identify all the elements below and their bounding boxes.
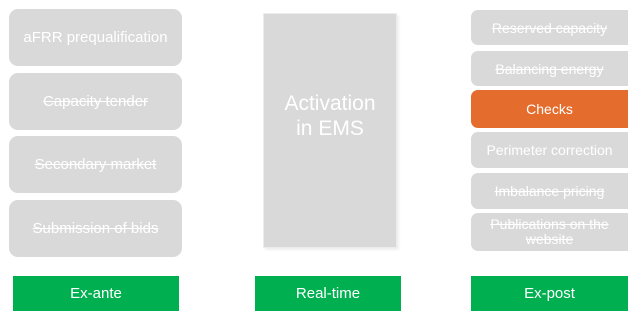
ex-ante-item-capacity-tender: Capacity tender xyxy=(9,73,182,130)
activation-text: Activation xyxy=(284,91,376,115)
phase-ex-post: Ex-post xyxy=(471,276,628,311)
ex-post-item-checks: Checks xyxy=(471,90,628,128)
ex-ante-item-secondary-market: Secondary market xyxy=(9,136,182,193)
phase-real-time: Real-time xyxy=(255,276,401,311)
ex-post-item-publications: Publications on the website xyxy=(471,213,628,251)
ex-post-item-imbalance-pricing: Imbalance pricing xyxy=(471,173,628,209)
ex-ante-item-submission-of-bids: Submission of bids xyxy=(9,200,182,257)
in-ems-text: in EMS xyxy=(296,116,364,140)
real-time-activation-box: Activation in EMS xyxy=(263,13,397,248)
ex-post-item-balancing-energy: Balancing energy xyxy=(471,51,628,86)
phase-ex-ante: Ex-ante xyxy=(13,276,179,311)
ex-ante-item-afrr-prequalification: aFRR prequalification xyxy=(9,9,182,66)
ex-post-item-perimeter-correction: Perimeter correction xyxy=(471,132,628,168)
ex-post-item-reserved-capacity: Reserved capacity xyxy=(471,10,628,45)
